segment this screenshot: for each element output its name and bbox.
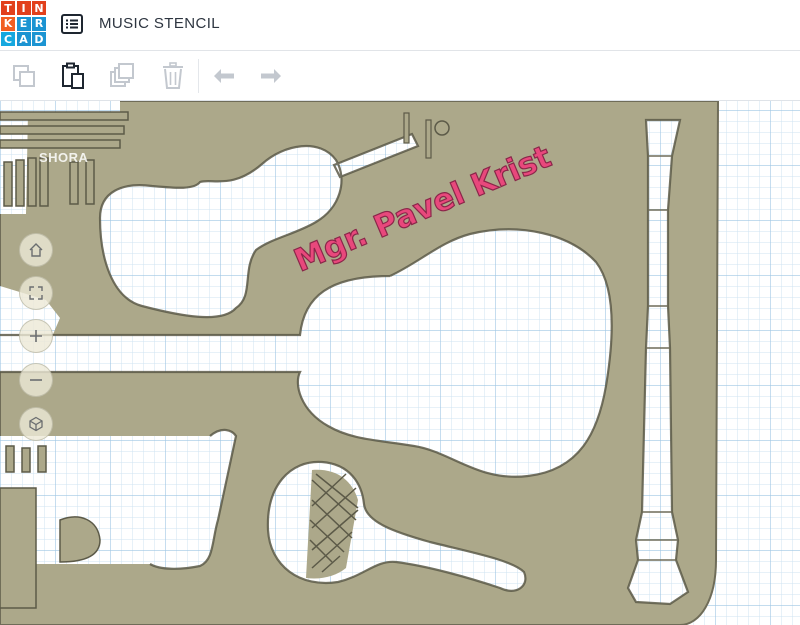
logo-letter: T bbox=[1, 1, 15, 15]
copy-icon bbox=[13, 65, 35, 87]
fit-view-button[interactable] bbox=[19, 276, 53, 310]
design-list-button[interactable] bbox=[59, 11, 85, 37]
design-title[interactable]: MUSIC STENCIL bbox=[99, 15, 220, 32]
undo-button[interactable] bbox=[209, 61, 239, 91]
duplicate-button[interactable] bbox=[108, 61, 138, 91]
plus-icon bbox=[30, 330, 42, 342]
logo-letter: D bbox=[32, 32, 46, 46]
toolbar-divider bbox=[198, 59, 199, 93]
logo-letter: K bbox=[1, 16, 15, 31]
top-bar: T I N K E R C A D MUSIC STENCIL bbox=[0, 0, 800, 51]
logo-letter: E bbox=[16, 16, 31, 31]
trash-icon bbox=[163, 62, 183, 89]
home-icon bbox=[29, 243, 43, 257]
edit-toolbar bbox=[0, 51, 800, 101]
delete-button[interactable] bbox=[158, 61, 188, 91]
paste-icon bbox=[62, 62, 84, 89]
shora-watermark: SHORA bbox=[39, 150, 89, 165]
redo-button[interactable] bbox=[256, 61, 286, 91]
orthographic-view-button[interactable] bbox=[19, 407, 53, 441]
zoom-in-button[interactable] bbox=[19, 319, 53, 353]
zoom-out-button[interactable] bbox=[19, 363, 53, 397]
copy-button[interactable] bbox=[9, 61, 39, 91]
logo-letter: N bbox=[32, 1, 46, 15]
home-view-button[interactable] bbox=[19, 233, 53, 267]
paste-button[interactable] bbox=[58, 61, 88, 91]
minus-icon bbox=[30, 379, 42, 381]
tinkercad-logo[interactable]: T I N K E R C A D bbox=[1, 1, 46, 48]
fit-view-icon bbox=[29, 286, 43, 300]
logo-letter: A bbox=[16, 32, 31, 46]
workplane-viewport[interactable]: Mgr. Pavel Krist SHORA bbox=[0, 101, 800, 625]
cube-icon bbox=[29, 416, 43, 432]
list-icon bbox=[61, 14, 83, 34]
logo-letter: C bbox=[1, 32, 15, 46]
duplicate-icon bbox=[110, 63, 134, 87]
logo-letter: R bbox=[32, 16, 46, 31]
redo-icon bbox=[261, 69, 281, 83]
workplane-scene[interactable]: Mgr. Pavel Krist bbox=[0, 101, 800, 625]
undo-icon bbox=[214, 69, 234, 83]
logo-letter: I bbox=[16, 1, 31, 15]
